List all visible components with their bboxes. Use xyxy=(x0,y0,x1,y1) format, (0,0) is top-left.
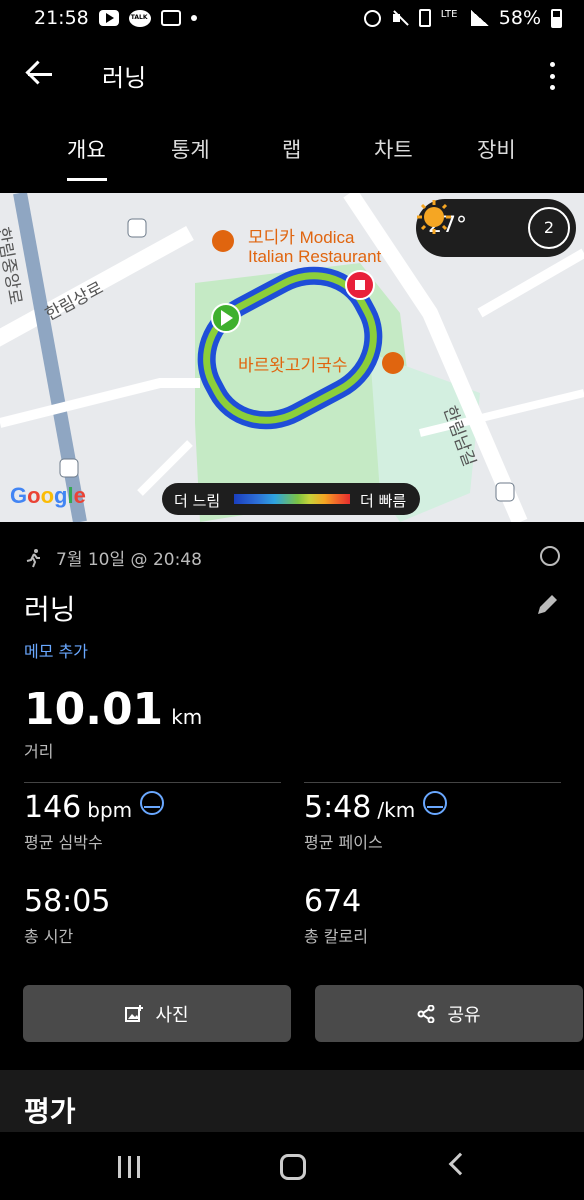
globe-icon[interactable] xyxy=(540,546,560,566)
calories-value: 674 xyxy=(304,884,362,919)
place-label[interactable]: 바르왓고기국수 xyxy=(238,351,347,376)
place-label[interactable]: Italian Restaurant xyxy=(248,247,381,267)
distance-label: 거리 xyxy=(24,742,54,761)
tab-laps[interactable]: 랩 xyxy=(282,134,301,164)
duration-stat: 58:05 총 시간 xyxy=(24,884,110,947)
page-title: 러닝 xyxy=(102,64,147,92)
youtube-icon xyxy=(98,10,119,26)
date-text: 7월 10일 @ 20:48 xyxy=(56,550,202,570)
add-photo-icon xyxy=(125,1004,144,1022)
rating-heading: 평가 xyxy=(24,1095,76,1128)
mute-icon xyxy=(391,10,409,26)
route-map[interactable]: 모디카 Modica Italian Restaurant 바르왓고기국수 한림… xyxy=(0,193,584,522)
network-type: LTE xyxy=(440,9,458,20)
legend-gradient xyxy=(234,494,350,504)
heart-rate-label: 평균 심박수 xyxy=(24,833,103,852)
battery-icon xyxy=(551,8,562,28)
kakaotalk-icon xyxy=(128,9,151,27)
pace-stat: 5:48/km 평균 페이스 xyxy=(304,790,448,853)
rating-section: 평가 xyxy=(0,1070,584,1132)
workout-title: 러닝 xyxy=(24,593,76,626)
divider xyxy=(24,782,281,783)
home-icon[interactable] xyxy=(280,1154,306,1180)
share-button-label: 공유 xyxy=(447,1004,481,1026)
dot-icon xyxy=(190,15,197,21)
legend-slow: 더 느림 xyxy=(174,492,221,510)
heart-rate-stat: 146 bpm 평균 심박수 xyxy=(24,790,165,853)
photo-button[interactable]: 사진 xyxy=(23,985,291,1042)
voicemail-icon xyxy=(160,10,181,26)
duration-value: 58:05 xyxy=(24,884,111,919)
signal-icon xyxy=(470,10,489,26)
tab-equipment[interactable]: 장비 xyxy=(477,134,516,164)
tab-charts[interactable]: 차트 xyxy=(374,134,413,164)
heart-rate-unit: bpm xyxy=(87,798,133,822)
tab-stats[interactable]: 통계 xyxy=(171,134,210,164)
pace-value: 5:48 xyxy=(304,790,372,825)
battery-saver-icon xyxy=(418,9,431,27)
pace-chart-icon[interactable] xyxy=(423,791,448,815)
alarm-icon xyxy=(363,9,381,27)
calories-label: 총 칼로리 xyxy=(304,927,368,946)
system-nav-bar xyxy=(0,1132,584,1200)
heart-rate-chart-icon[interactable] xyxy=(140,791,165,815)
google-logo: Google xyxy=(10,483,86,508)
tab-bar: 개요 통계 랩 차트 장비 xyxy=(0,114,584,192)
pace-legend: 더 느림 더 빠름 xyxy=(162,483,420,515)
heart-rate-value: 146 xyxy=(24,790,82,825)
share-icon xyxy=(417,1004,435,1023)
duration-label: 총 시간 xyxy=(24,927,74,946)
running-icon xyxy=(26,548,40,567)
place-label[interactable]: 모디카 Modica xyxy=(248,223,354,248)
distance-value: 10.01 km xyxy=(24,684,202,735)
status-time: 21:58 xyxy=(34,7,89,29)
battery-percent: 58% xyxy=(498,7,541,29)
divider xyxy=(304,782,561,783)
legend-fast: 더 빠름 xyxy=(360,492,407,510)
status-bar: 21:58 LTE 58% xyxy=(0,0,584,36)
pace-label: 평균 페이스 xyxy=(304,833,383,852)
distance-number: 10.01 xyxy=(24,684,164,735)
recent-apps-icon[interactable] xyxy=(118,1156,140,1178)
tab-indicator xyxy=(67,178,107,181)
share-button[interactable]: 공유 xyxy=(315,985,583,1042)
calories-stat: 674 총 칼로리 xyxy=(304,884,368,947)
distance-unit: km xyxy=(171,705,203,729)
more-vertical-icon[interactable] xyxy=(540,62,564,90)
pace-unit: /km xyxy=(377,798,416,822)
photo-button-label: 사진 xyxy=(155,1004,189,1026)
arrow-left-icon[interactable] xyxy=(24,58,56,90)
edit-pencil-icon[interactable] xyxy=(534,592,560,618)
tab-overview[interactable]: 개요 xyxy=(67,134,106,164)
wind-level: 2 xyxy=(528,207,570,249)
app-bar: 러닝 xyxy=(0,36,584,114)
back-icon[interactable] xyxy=(448,1152,472,1176)
workout-date: 7월 10일 @ 20:48 xyxy=(24,545,202,570)
add-memo-link[interactable]: 메모 추가 xyxy=(24,638,88,662)
sun-icon xyxy=(417,200,451,234)
weather-badge: 27° 2 xyxy=(416,199,576,257)
